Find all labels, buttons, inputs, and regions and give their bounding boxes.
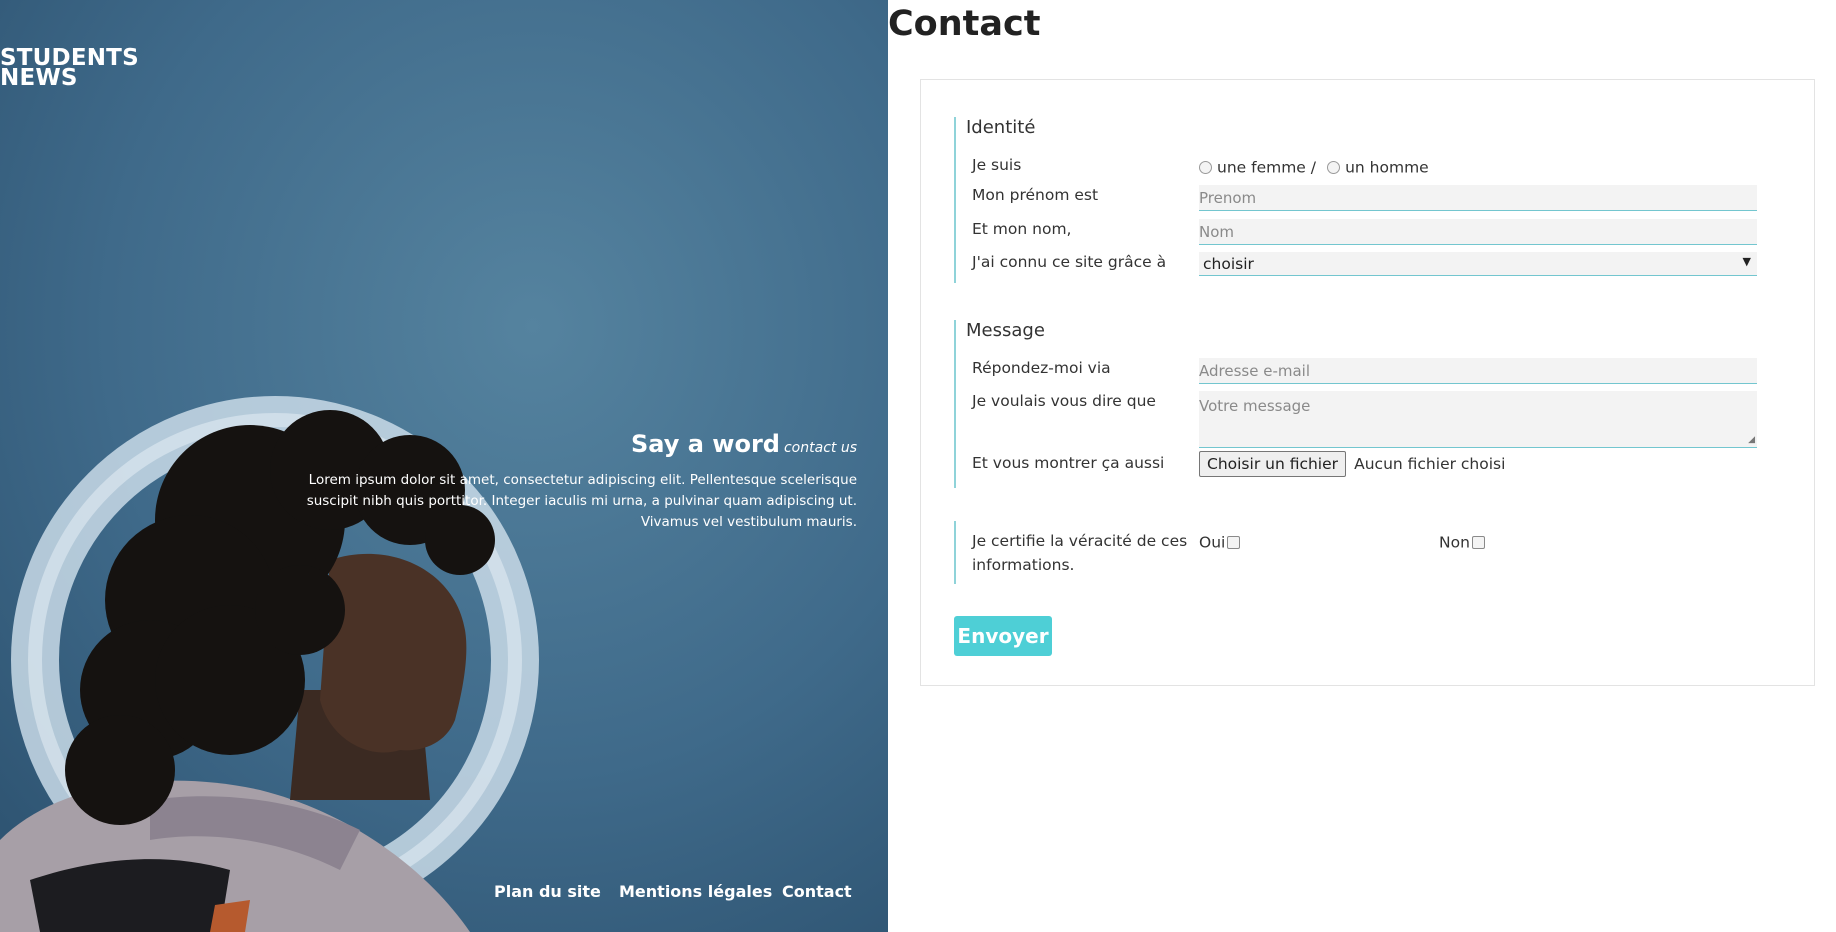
gender-label: Je suis xyxy=(972,156,1022,174)
fieldset-identity: Identité Je suis une femme / un homme Mo… xyxy=(954,117,1776,283)
hero-callout: Say a word contact us Lorem ipsum dolor s… xyxy=(297,430,857,533)
certify-yes-checkbox[interactable] xyxy=(1227,536,1241,549)
certify-label: Je certifie la véracité de ces informati… xyxy=(972,529,1187,577)
certify-no: Non xyxy=(1439,532,1485,552)
resize-grip-icon[interactable]: ◢ xyxy=(1748,435,1755,445)
radio-female[interactable] xyxy=(1199,161,1212,174)
radio-male[interactable] xyxy=(1327,161,1341,174)
footer-link-plan[interactable]: Plan du site xyxy=(494,882,601,901)
file-picker: Choisir un fichier Aucun fichier choisi xyxy=(1199,451,1505,477)
hero-text: Lorem ipsum dolor sit amet, consectetur … xyxy=(306,472,857,530)
certify-label-line-2: informations. xyxy=(972,556,1075,574)
hero-panel: STUDENTS NEWS Say a word contact us Lorem… xyxy=(0,0,888,932)
certify-yes-label: Oui xyxy=(1199,533,1226,552)
certify-no-checkbox[interactable] xyxy=(1471,536,1485,549)
source-select[interactable]: choisir ▼ xyxy=(1199,252,1757,276)
fieldset-message: Message Répondez-moi via Je voulais vous… xyxy=(954,320,1776,488)
file-label: Et vous montrer ça aussi xyxy=(972,454,1165,472)
footer-link-mentions[interactable]: Mentions légales xyxy=(619,882,772,901)
gender-group: une femme / un homme xyxy=(1199,157,1429,177)
message-placeholder: Votre message xyxy=(1199,397,1311,415)
lastname-input[interactable] xyxy=(1199,219,1757,245)
legend-identity: Identité xyxy=(966,117,1036,138)
message-textarea[interactable]: Votre message ◢ xyxy=(1199,391,1757,448)
firstname-input[interactable] xyxy=(1199,185,1757,211)
certify-label-line-1: Je certifie la véracité de ces xyxy=(972,532,1188,550)
contact-form: Identité Je suis une femme / un homme Mo… xyxy=(920,79,1815,686)
source-select-value: choisir xyxy=(1203,255,1254,273)
fieldset-certify: Je certifie la véracité de ces informati… xyxy=(954,521,1776,584)
certify-no-label: Non xyxy=(1439,533,1470,552)
legend-message: Message xyxy=(966,320,1045,341)
hero-title: Say a word xyxy=(631,430,780,458)
file-status: Aucun fichier choisi xyxy=(1354,455,1506,473)
radio-male-label: un homme xyxy=(1345,158,1429,177)
choose-file-button[interactable]: Choisir un fichier xyxy=(1199,451,1347,477)
message-label: Je voulais vous dire que xyxy=(972,392,1156,410)
hero-subtitle: contact us xyxy=(783,440,857,456)
certify-yes: Oui xyxy=(1199,532,1241,552)
page-title: Contact xyxy=(888,4,1041,44)
email-input[interactable] xyxy=(1199,358,1757,384)
lastname-label: Et mon nom, xyxy=(972,220,1072,238)
radio-female-label: une femme / xyxy=(1217,158,1316,177)
footer-nav: Plan du site Mentions légales Contact xyxy=(0,882,888,906)
email-label: Répondez-moi via xyxy=(972,359,1111,377)
chevron-down-icon: ▼ xyxy=(1742,255,1751,268)
submit-button[interactable]: Envoyer xyxy=(954,616,1052,656)
logo-line-2: NEWS xyxy=(0,65,78,91)
source-label: J'ai connu ce site grâce à xyxy=(972,253,1167,271)
firstname-label: Mon prénom est xyxy=(972,186,1099,204)
site-logo[interactable]: STUDENTS NEWS xyxy=(0,47,139,91)
footer-link-contact[interactable]: Contact xyxy=(782,882,852,901)
